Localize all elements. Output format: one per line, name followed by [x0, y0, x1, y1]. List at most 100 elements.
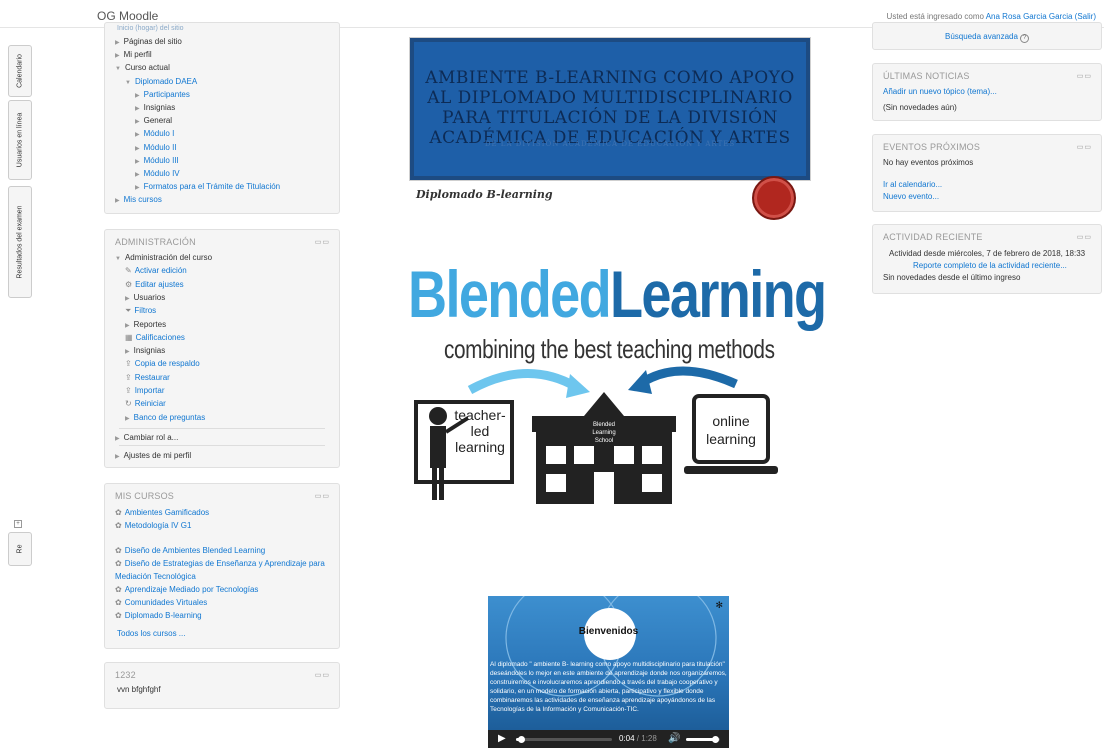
video-progress-bar[interactable] [516, 736, 612, 743]
nav-item[interactable]: ▶ Módulo I [135, 129, 174, 138]
settings-icon[interactable]: ✻ [715, 600, 723, 611]
dock-item-online-users[interactable]: Usuarios en línea [8, 100, 32, 180]
admin-item[interactable]: ⇪ Copia de respaldo [125, 359, 200, 368]
triangle-right-icon: ▶ [135, 185, 140, 192]
admin-item-label: Insignias [133, 346, 166, 356]
site-brand[interactable]: OG Moodle [97, 9, 158, 23]
triangle-right-icon: ▶ [115, 40, 120, 46]
play-icon[interactable]: ▶ [498, 733, 506, 744]
triangle-right-icon: ▶ [125, 295, 130, 302]
nav-item-label: Curso actual [124, 63, 170, 73]
divider [119, 445, 325, 446]
switch-role-label: Cambiar rol a... [123, 433, 179, 442]
nav-item[interactable]: ▶ Participantes [135, 90, 190, 99]
triangle-right-icon: ▶ [115, 436, 120, 442]
video-frame[interactable]: Bienvenidos Al diplomado " ambiente B- l… [488, 596, 729, 730]
school-label-3: School [595, 438, 613, 444]
course-label: Ambientes Gamificados [124, 508, 210, 517]
course-link[interactable]: ✿ Diplomado B-learning [115, 609, 337, 622]
university-seal-icon [752, 176, 796, 220]
course-icon: ✿ [115, 546, 122, 555]
volume-slider[interactable] [686, 736, 720, 743]
block-controls-icon[interactable]: ▭▭ [315, 492, 330, 500]
teacher-led-line-1: teacher- [454, 407, 506, 423]
course-label: Aprendizaje Mediado por Tecnologías [124, 585, 259, 594]
banner-subtitle: Diplomado B-learning [416, 188, 553, 201]
help-icon[interactable]: ? [1020, 34, 1030, 43]
course-icon: ✿ [115, 598, 122, 607]
bl-word-blended: Blended [408, 257, 612, 331]
block-controls-icon[interactable]: ▭▭ [1077, 143, 1092, 151]
nav-item[interactable]: ▶ Formatos para el Trámite de Titulación [135, 182, 280, 191]
video-progress-handle[interactable] [517, 736, 525, 743]
admin-item[interactable]: ⇪ Importar [125, 386, 165, 395]
admin-item[interactable]: ▶ Insignias [125, 346, 165, 355]
block-controls-icon[interactable]: ▭▭ [315, 238, 330, 246]
advanced-search-link[interactable]: Búsqueda avanzada ? [945, 32, 1030, 43]
calendar-link[interactable]: Ir al calendario... [883, 180, 942, 189]
dock-item-exam-results[interactable]: Resultados del examen [8, 186, 32, 298]
course-link[interactable]: ✿ Diseño de Estrategias de Enseñanza y Ap… [115, 557, 337, 583]
activity-since-text: Actividad desde miércoles, 7 de febrero … [889, 249, 1086, 258]
course-link[interactable]: ✿ Diseño de Ambientes Blended Learning [115, 544, 337, 557]
nav-item-label: Páginas del sitio [123, 37, 182, 46]
no-events-text: No hay eventos próximos [883, 158, 974, 167]
nav-item[interactable]: ▼ Diplomado DAEA [125, 77, 197, 86]
admin-item[interactable]: ▼ Administración del curso [115, 253, 212, 262]
dock-item-re[interactable]: Re [8, 532, 32, 566]
admin-item[interactable]: ✎ Activar edición [125, 266, 187, 275]
mycourses-title: MIS CURSOS [115, 491, 175, 501]
dock-item-calendar[interactable]: Calendario [8, 45, 32, 97]
arrow-left-icon [467, 369, 581, 394]
admin-item[interactable]: ⚙ Editar ajustes [125, 280, 184, 289]
new-event-link[interactable]: Nuevo evento... [883, 192, 939, 201]
admin-item[interactable]: ⏷ Filtros [125, 306, 156, 316]
activity-report-link[interactable]: Reporte completo de la actividad recient… [913, 261, 1067, 270]
nav-item[interactable]: ▶ Mi perfil [115, 50, 152, 59]
admin-item[interactable]: ⇪ Restaurar [125, 373, 170, 382]
block-controls-icon[interactable]: ▭▭ [1077, 233, 1092, 241]
switch-role-item[interactable]: ▶ Cambiar rol a... [115, 433, 178, 442]
admin-item[interactable]: ▶ Reportes [125, 320, 166, 329]
course-link[interactable]: ✿ Ambientes Gamificados [115, 506, 337, 519]
upload-icon: ⇪ [125, 359, 132, 369]
bl-word-learning: Learning [610, 257, 827, 331]
nav-item[interactable]: ▶ Módulo IV [135, 169, 180, 178]
nav-item[interactable]: ▶ Módulo II [135, 143, 177, 152]
blended-learning-subtitle: combining the best teaching methods [444, 334, 775, 364]
logout-link[interactable]: (Salir) [1075, 12, 1096, 21]
admin-item[interactable]: ▦ Calificaciones [125, 333, 185, 342]
nav-cut-item[interactable]: Inicio (hogar) del sitio [117, 25, 184, 32]
block-controls-icon[interactable]: ▭▭ [1077, 72, 1092, 80]
nav-item[interactable]: ▶ Páginas del sitio [115, 37, 182, 46]
dock-toggle-icon[interactable]: + [14, 520, 22, 528]
online-line-1: online [712, 413, 750, 429]
admin-item[interactable]: ↻ Reiniciar [125, 399, 166, 408]
volume-handle[interactable] [711, 736, 719, 743]
course-link[interactable]: ✿ Aprendizaje Mediado por Tecnologías [115, 583, 337, 596]
user-profile-link[interactable]: Ana Rosa Garcia Garcia [986, 12, 1073, 21]
arrow-right-icon [637, 366, 738, 389]
nav-item[interactable]: ▶ Mis cursos [115, 195, 162, 204]
course-link[interactable]: ✿ Metodología IV G1 [115, 519, 337, 532]
admin-item[interactable]: ▶ Usuarios [125, 293, 165, 302]
course-link[interactable]: ✿ Comunidades Virtuales [115, 596, 337, 609]
admin-item-label: Reportes [133, 319, 167, 329]
nav-item[interactable]: ▼ Curso actual [115, 63, 170, 72]
teacher-led-line-2: led [471, 423, 490, 439]
nav-item[interactable]: ▶ General [135, 116, 172, 125]
add-topic-link[interactable]: Añadir un nuevo tópico (tema)... [883, 87, 997, 96]
course-label: Diplomado B-learning [124, 611, 202, 620]
welcome-video-player[interactable]: Bienvenidos Al diplomado " ambiente B- l… [488, 596, 729, 748]
course-label: Comunidades Virtuales [124, 598, 208, 607]
volume-icon[interactable]: 🔊 [668, 733, 680, 744]
nav-item[interactable]: ▶ Insignias [135, 103, 175, 112]
admin-item-label: Calificaciones [135, 332, 185, 342]
teaching-methods-diagram: teacher- led learning Blended Learning S… [414, 366, 778, 504]
profile-settings-item[interactable]: ▶ Ajustes de mi perfil [115, 451, 191, 460]
all-courses-link[interactable]: Todos los cursos ... [117, 629, 185, 638]
admin-item[interactable]: ▶ Banco de preguntas [125, 413, 205, 422]
custom-html-block: 1232 ▭▭ vvn bfghfghf [104, 662, 340, 709]
nav-item[interactable]: ▶ Módulo III [135, 156, 179, 165]
block-controls-icon[interactable]: ▭▭ [315, 671, 330, 679]
